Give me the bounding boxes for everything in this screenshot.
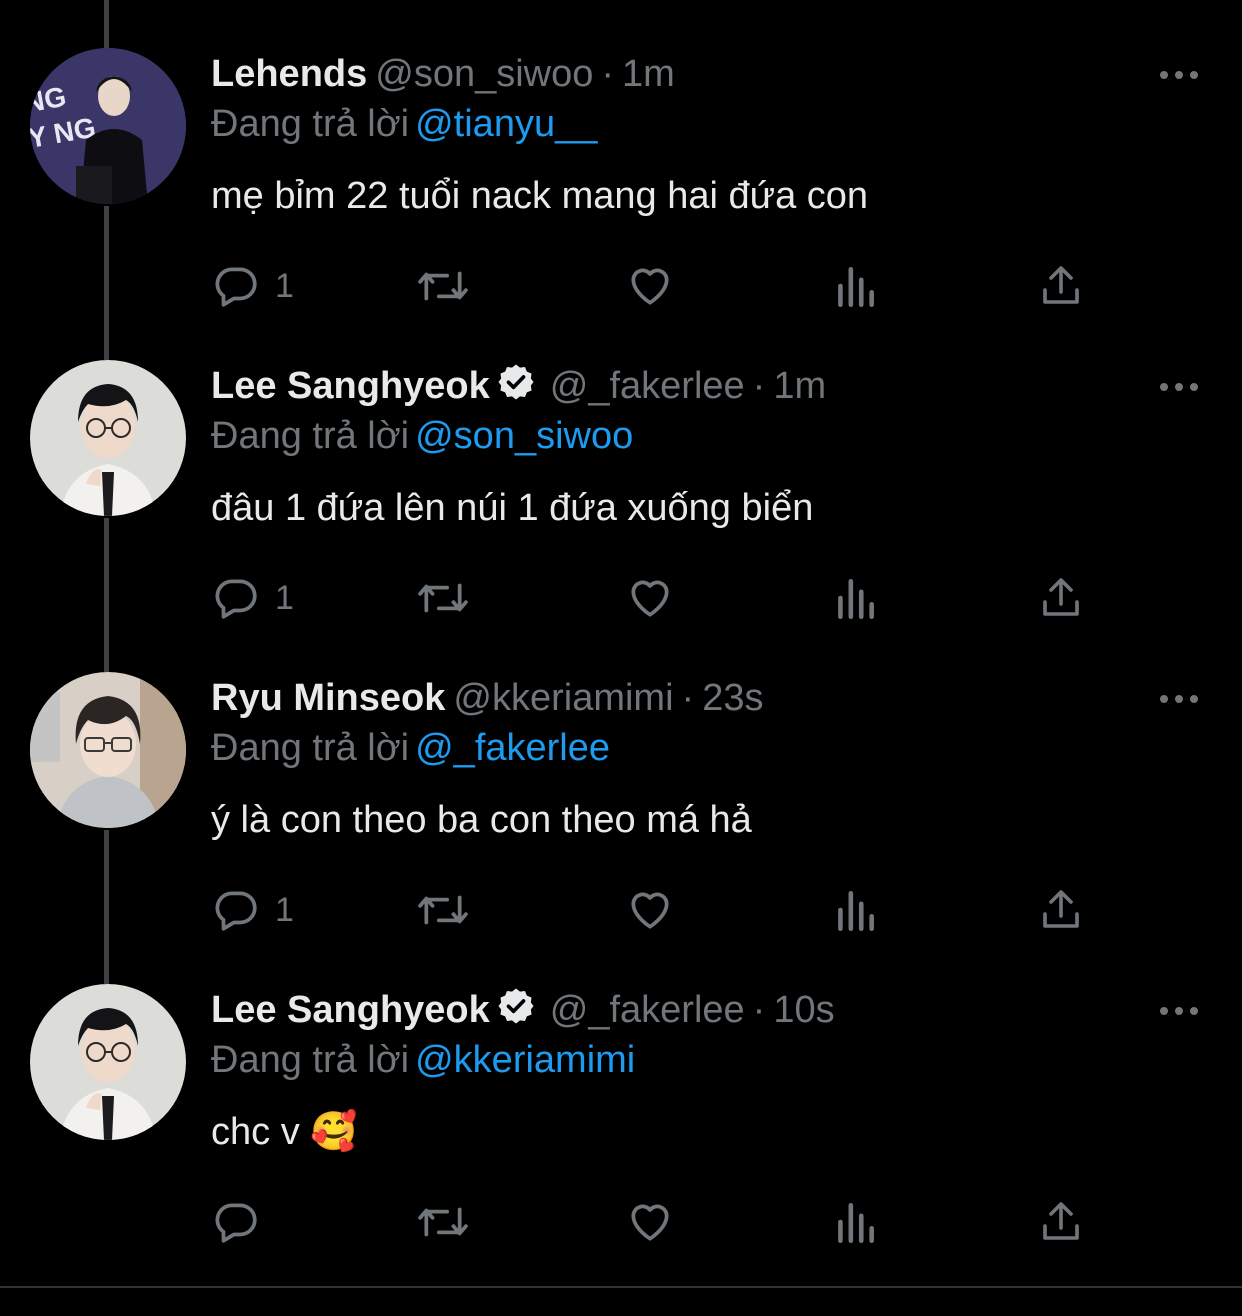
- reply-count: 1: [275, 578, 294, 617]
- action-bar: [211, 1194, 1091, 1250]
- mention-link[interactable]: @son_siwoo: [415, 415, 633, 457]
- avatar[interactable]: [30, 984, 186, 1140]
- reply-icon: [215, 267, 257, 307]
- reply-icon: [215, 1203, 257, 1243]
- timestamp[interactable]: 10s: [773, 989, 834, 1031]
- replying-to-label: Đang trả lời: [211, 1039, 410, 1081]
- mention-link[interactable]: @tianyu__: [415, 103, 597, 145]
- heart-icon: [631, 580, 669, 617]
- tweet[interactable]: Ryu Minseok @kkeriamimi · 23s Đang trả lời @…: [0, 624, 1242, 936]
- heart-icon: [631, 268, 669, 305]
- author-handle[interactable]: @_fakerlee: [550, 989, 745, 1031]
- separator: ·: [681, 677, 695, 719]
- views-button[interactable]: [833, 1194, 877, 1250]
- replying-to: Đang trả lời @tianyu__: [211, 100, 597, 148]
- avatar[interactable]: NG Y NG: [30, 48, 186, 204]
- share-button[interactable]: [1037, 258, 1085, 314]
- timestamp[interactable]: 23s: [702, 677, 763, 719]
- views-icon: [838, 891, 874, 932]
- author-handle[interactable]: @son_siwoo: [375, 53, 593, 95]
- heart-icon: [631, 1204, 669, 1241]
- mention-link[interactable]: @kkeriamimi: [415, 1039, 635, 1081]
- more-icon[interactable]: [1156, 58, 1202, 92]
- like-button[interactable]: [625, 570, 675, 626]
- views-button[interactable]: [833, 882, 877, 938]
- heart-icon: [631, 892, 669, 929]
- retweet-icon: [418, 583, 468, 613]
- retweet-button[interactable]: [415, 258, 471, 314]
- replying-to-label: Đang trả lời: [211, 415, 410, 457]
- more-icon[interactable]: [1156, 682, 1202, 716]
- views-button[interactable]: [833, 258, 877, 314]
- avatar[interactable]: [30, 360, 186, 516]
- more-icon[interactable]: [1156, 370, 1202, 404]
- tweet[interactable]: NG Y NG Lehends @son_siwoo · 1m Đang trả lờ…: [0, 0, 1242, 312]
- retweet-icon: [418, 271, 468, 301]
- reply-icon: [215, 891, 257, 931]
- mention-link[interactable]: @_fakerlee: [415, 727, 610, 769]
- retweet-button[interactable]: [415, 882, 471, 938]
- replying-to-label: Đang trả lời: [211, 727, 410, 769]
- reply-button[interactable]: 1: [211, 570, 294, 626]
- share-button[interactable]: [1037, 570, 1085, 626]
- more-icon[interactable]: [1156, 994, 1202, 1028]
- share-icon: [1043, 578, 1079, 616]
- views-icon: [838, 1203, 874, 1244]
- reply-count: 1: [275, 890, 294, 929]
- author-name[interactable]: Ryu Minseok: [211, 677, 445, 719]
- like-button[interactable]: [625, 882, 675, 938]
- tweet-text: đâu 1 đứa lên núi 1 đứa xuống biển: [211, 487, 814, 529]
- reply-count: 1: [275, 266, 294, 305]
- separator: ·: [601, 53, 615, 95]
- share-icon: [1043, 266, 1079, 304]
- verified-badge-icon: [498, 988, 534, 1024]
- replying-to: Đang trả lời @kkeriamimi: [211, 1036, 635, 1084]
- tweet[interactable]: Lee Sanghyeok @_fakerlee · 10s Đang trả lời…: [0, 936, 1242, 1248]
- author-name[interactable]: Lee Sanghyeok: [211, 989, 490, 1031]
- retweet-button[interactable]: [415, 570, 471, 626]
- divider: [0, 1286, 1242, 1288]
- author-name[interactable]: Lee Sanghyeok: [211, 365, 490, 407]
- replying-to: Đang trả lời @son_siwoo: [211, 412, 633, 460]
- author-name[interactable]: Lehends: [211, 53, 367, 95]
- share-icon: [1043, 1202, 1079, 1240]
- retweet-icon: [418, 1207, 468, 1237]
- reply-icon: [215, 579, 257, 619]
- verified-badge-icon: [498, 364, 534, 400]
- author-handle[interactable]: @kkeriamimi: [453, 677, 673, 719]
- like-button[interactable]: [625, 1194, 675, 1250]
- reply-button[interactable]: [211, 1194, 275, 1250]
- tweet-text: ý là con theo ba con theo má hả: [211, 799, 752, 841]
- retweet-button[interactable]: [415, 1194, 471, 1250]
- share-icon: [1043, 890, 1079, 928]
- tweet-text: chc v 🥰: [211, 1111, 358, 1153]
- reply-button[interactable]: 1: [211, 882, 294, 938]
- separator: ·: [752, 989, 766, 1031]
- replying-to: Đang trả lời @_fakerlee: [211, 724, 610, 772]
- avatar[interactable]: [30, 672, 186, 828]
- author-handle[interactable]: @_fakerlee: [550, 365, 745, 407]
- timestamp[interactable]: 1m: [622, 53, 675, 95]
- views-button[interactable]: [833, 570, 877, 626]
- retweet-icon: [418, 895, 468, 925]
- views-icon: [838, 267, 874, 308]
- action-bar: 1: [211, 882, 1091, 938]
- like-button[interactable]: [625, 258, 675, 314]
- share-button[interactable]: [1037, 1194, 1085, 1250]
- views-icon: [838, 579, 874, 620]
- action-bar: 1: [211, 258, 1091, 314]
- action-bar: 1: [211, 570, 1091, 626]
- replying-to-label: Đang trả lời: [211, 103, 410, 145]
- share-button[interactable]: [1037, 882, 1085, 938]
- tweet[interactable]: Lee Sanghyeok @_fakerlee · 1m Đang trả lời @…: [0, 312, 1242, 624]
- separator: ·: [752, 365, 766, 407]
- reply-button[interactable]: 1: [211, 258, 294, 314]
- timestamp[interactable]: 1m: [773, 365, 826, 407]
- tweet-text: mẹ bỉm 22 tuổi nack mang hai đứa con: [211, 175, 869, 217]
